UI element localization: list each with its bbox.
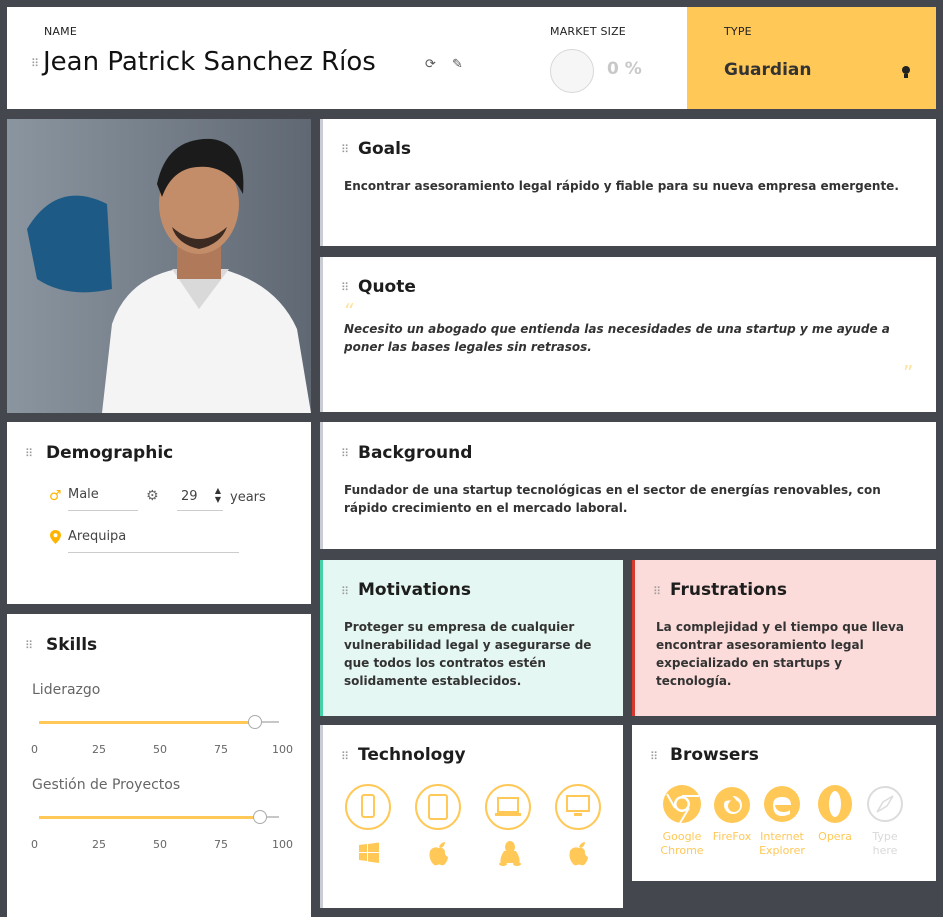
tablet-device-button[interactable] (415, 784, 461, 830)
slider-tick-label: 50 (153, 838, 167, 851)
chrome-icon[interactable] (662, 784, 702, 824)
firefox-icon[interactable] (712, 784, 752, 824)
skill-slider-thumb[interactable] (252, 810, 267, 824)
drag-handle-icon[interactable]: ⠿ (341, 585, 355, 598)
name-label: NAME (44, 25, 77, 38)
goals-text[interactable]: Encontrar asesoramiento legal rápido y f… (344, 177, 914, 195)
slider-tick-label: 75 (214, 838, 228, 851)
mobile-icon (361, 794, 375, 818)
location-pin-icon (50, 530, 61, 544)
lightbulb-icon[interactable] (901, 65, 911, 79)
drag-handle-icon[interactable]: ⠿ (341, 143, 355, 156)
frustrations-card[interactable]: ⠿ Frustrations La complejidad y el tiemp… (632, 560, 936, 716)
drag-handle-icon[interactable]: ⠿ (25, 447, 39, 460)
internet-explorer-icon[interactable] (762, 784, 802, 824)
mobile-device-button[interactable] (345, 784, 391, 830)
skill-label[interactable]: Gestión de Proyectos (32, 777, 180, 793)
market-size-label: MARKET SIZE (550, 25, 626, 38)
demographic-title: Demographic (46, 443, 174, 463)
laptop-device-button[interactable] (485, 784, 531, 830)
refresh-icon[interactable]: ⟳ (425, 57, 436, 72)
drag-handle-icon[interactable]: ⠿ (653, 585, 667, 598)
drag-handle-icon[interactable]: ⠿ (650, 750, 664, 763)
quote-card[interactable]: ⠿ Quote “ Necesito un abogado que entien… (320, 257, 936, 412)
desktop-device-button[interactable] (555, 784, 601, 830)
laptop-icon (495, 797, 521, 816)
motivations-card[interactable]: ⠿ Motivations Proteger su empresa de cua… (320, 560, 623, 716)
slider-tick-label: 75 (214, 743, 228, 756)
portrait-image (7, 119, 311, 413)
background-card[interactable]: ⠿ Background Fundador de una startup tec… (320, 422, 936, 549)
type-value[interactable]: Guardian (724, 60, 811, 80)
age-input[interactable]: 29 ▲ ▼ (177, 486, 223, 511)
compass-icon[interactable] (865, 784, 905, 824)
drag-handle-icon[interactable]: ⠿ (341, 447, 355, 460)
quote-title: Quote (358, 277, 416, 297)
header-name-card: NAME ⠿ Jean Patrick Sanchez Ríos ⟳ ✎ MAR… (7, 7, 687, 109)
motivations-title: Motivations (358, 580, 471, 600)
close-quote-icon: ” (903, 361, 914, 385)
skills-title: Skills (46, 635, 98, 655)
gender-select[interactable]: Male (68, 487, 138, 511)
skill-slider-fill (39, 720, 255, 724)
goals-title: Goals (358, 139, 412, 159)
location-input[interactable]: Arequipa (68, 529, 239, 553)
internet-explorer-label: Internet Explorer (759, 830, 805, 857)
chrome-label: Google Chrome (660, 830, 704, 857)
quote-text[interactable]: Necesito un abogado que entienda las nec… (344, 320, 914, 356)
market-size-value: 0 % (607, 59, 642, 79)
drag-handle-icon[interactable]: ⠿ (25, 639, 39, 652)
skill-label[interactable]: Liderazgo (32, 682, 100, 698)
male-gender-icon: ♂ (49, 488, 62, 504)
slider-tick-label: 0 (31, 838, 38, 851)
slider-tick-label: 25 (92, 743, 106, 756)
persona-name[interactable]: Jean Patrick Sanchez Ríos (43, 47, 376, 77)
skill-slider-fill (39, 815, 260, 819)
tablet-icon (428, 794, 448, 820)
market-size-chart (550, 49, 594, 93)
firefox-label: FireFox (712, 830, 752, 843)
persona-photo[interactable] (7, 119, 311, 413)
background-title: Background (358, 443, 473, 463)
demographic-card[interactable]: ⠿ Demographic ♂ Male ⚙ 29 ▲ ▼ years Arequ… (7, 422, 311, 604)
slider-tick-label: 100 (272, 743, 293, 756)
goals-card[interactable]: ⠿ Goals Encontrar asesoramiento legal rá… (320, 119, 936, 246)
stepper-arrows-icon[interactable]: ▲ ▼ (215, 486, 221, 504)
age-value: 29 (181, 489, 198, 504)
type-label: TYPE (724, 25, 752, 38)
technology-card[interactable]: ⠿ Technology (320, 725, 623, 908)
custom-browser-label[interactable]: Type here (857, 830, 913, 858)
slider-tick-label: 25 (92, 838, 106, 851)
slider-tick-label: 50 (153, 743, 167, 756)
skills-card[interactable]: ⠿ Skills Liderazgo 0 25 50 75 100 Gestión de P… (7, 614, 311, 917)
slider-tick-label: 0 (31, 743, 38, 756)
apple-icon[interactable] (567, 840, 591, 866)
slider-tick-label: 100 (272, 838, 293, 851)
opera-label: Opera (818, 830, 852, 843)
linux-icon[interactable] (497, 839, 523, 867)
apple-icon[interactable] (427, 840, 451, 866)
browsers-title: Browsers (670, 745, 759, 765)
opera-icon[interactable] (815, 784, 855, 824)
drag-handle-icon[interactable]: ⠿ (341, 750, 355, 763)
frustrations-title: Frustrations (670, 580, 787, 600)
browsers-card[interactable]: ⠿ Browsers Google Chrome FireFox Internet… (632, 725, 936, 881)
desktop-icon (566, 795, 590, 816)
pencil-icon[interactable]: ✎ (452, 57, 463, 72)
motivations-text[interactable]: Proteger su empresa de cualquier vulnera… (344, 618, 609, 690)
drag-handle-icon[interactable]: ⠿ (341, 281, 355, 294)
background-text[interactable]: Fundador de una startup tecnológicas en … (344, 481, 914, 517)
gear-icon[interactable]: ⚙ (146, 488, 159, 504)
skill-slider-thumb[interactable] (248, 715, 262, 729)
frustrations-text[interactable]: La complejidad y el tiempo que lleva enc… (656, 618, 921, 690)
technology-title: Technology (358, 745, 466, 765)
age-unit: years (230, 490, 266, 505)
header-type-card[interactable]: TYPE Guardian (687, 7, 936, 109)
windows-icon[interactable] (357, 841, 381, 865)
